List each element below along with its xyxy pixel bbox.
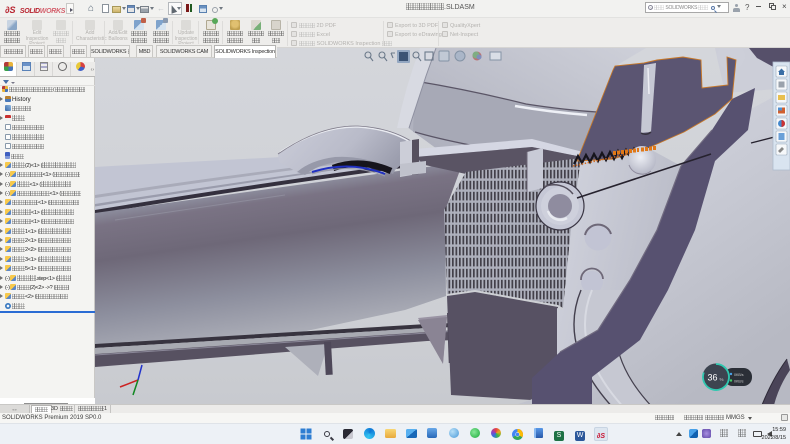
svg-text:0KB/s: 0KB/s	[734, 373, 744, 377]
svg-text:0KB/s: 0KB/s	[734, 380, 744, 384]
svg-text:36: 36	[708, 373, 718, 383]
svg-text:%: %	[720, 377, 724, 382]
